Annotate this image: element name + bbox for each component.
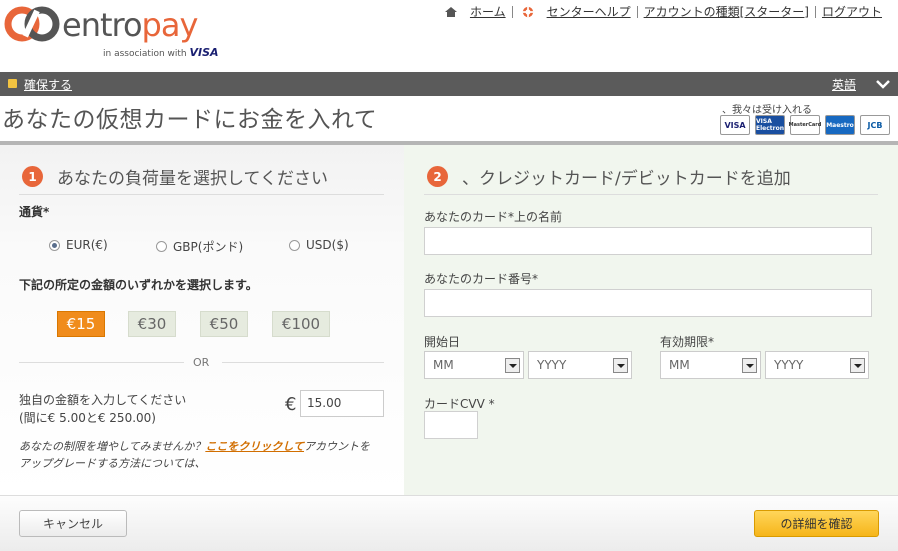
amount-button-30[interactable]: €30	[128, 311, 176, 337]
custom-amount-label: 独自の金額を入力してください	[19, 393, 187, 407]
dropdown-arrow-icon	[505, 358, 520, 373]
home-link[interactable]: ホーム	[464, 3, 512, 20]
upgrade-link[interactable]: ここをクリックして	[205, 440, 304, 453]
dropdown-arrow-icon	[613, 358, 628, 373]
upgrade-note: あなたの制限を増やしてみませんか？ここをクリックしてアカウントを アップグレードす…	[19, 440, 371, 470]
expiry-year-select[interactable]: YYYY	[765, 351, 869, 379]
dropdown-arrow-icon	[742, 358, 757, 373]
currency-label: 通貨*	[19, 205, 50, 219]
card-panel	[404, 145, 898, 495]
expiry-date-label: 有効期限*	[660, 335, 715, 349]
lock-icon	[8, 79, 17, 88]
cvv-input[interactable]	[424, 411, 478, 439]
account-type-link[interactable]: アカウントの種類[スターター]	[638, 3, 815, 20]
maestro-card-icon: Maestro	[825, 115, 855, 135]
dropdown-arrow-icon	[850, 358, 865, 373]
card-name-input[interactable]	[424, 227, 872, 255]
visa-electron-card-icon: VISA Electron	[755, 115, 785, 135]
chevron-down-icon[interactable]	[874, 75, 892, 93]
mastercard-icon: MasterCard	[789, 115, 821, 135]
secure-link[interactable]: 確保する	[24, 76, 72, 93]
top-links: ホーム センターヘルプ アカウントの種類[スターター] ログアウト	[444, 3, 888, 20]
or-separator: OR	[193, 356, 210, 369]
amount-button-50[interactable]: €50	[200, 311, 248, 337]
card-name-label: あなたのカード*上の名前	[424, 210, 563, 224]
logo-tagline: in association with VISA	[103, 46, 219, 59]
security-bar: 確保する 英語	[0, 72, 898, 96]
step-2-heading: 2 、クレジットカード/デビットカードを追加	[427, 164, 791, 189]
euro-symbol: €	[285, 394, 297, 415]
lifebuoy-icon	[522, 6, 533, 17]
confirm-details-button[interactable]: の詳細を確認	[754, 510, 879, 537]
currency-radio-gbp[interactable]: GBP(ポンド)	[156, 238, 243, 255]
cancel-button[interactable]: キャンセル	[19, 510, 127, 537]
accepted-cards-label: 、我々は受け入れる	[722, 105, 812, 116]
cvv-label: カードCVV *	[424, 397, 495, 411]
start-year-select[interactable]: YYYY	[528, 351, 632, 379]
amount-button-100[interactable]: €100	[272, 311, 330, 337]
start-date-label: 開始日	[424, 335, 461, 349]
card-number-input[interactable]	[424, 289, 872, 317]
step-number: 1	[22, 166, 43, 187]
card-number-label: あなたのカード番号*	[424, 272, 539, 286]
page-title: あなたの仮想カードにお金を入れて	[2, 107, 378, 133]
step-title: 、クレジットカード/デビットカードを追加	[462, 169, 791, 189]
currency-radio-eur[interactable]: EUR(€)	[49, 238, 108, 252]
logo-wordmark: entropay	[62, 6, 198, 44]
start-month-select[interactable]: MM	[424, 351, 524, 379]
entropay-logo-icon[interactable]	[4, 6, 60, 42]
step-1-heading: 1 あなたの負荷量を選択してください	[22, 164, 328, 189]
amount-button-15[interactable]: €15	[57, 311, 105, 337]
step-title: あなたの負荷量を選択してください	[57, 169, 328, 189]
custom-amount-input[interactable]: 15.00	[300, 390, 384, 417]
home-icon	[444, 6, 457, 17]
expiry-month-select[interactable]: MM	[660, 351, 761, 379]
logout-link[interactable]: ログアウト	[816, 3, 888, 20]
header: entropay in association with VISA ホーム セン…	[0, 0, 898, 72]
language-selector[interactable]: 英語	[832, 76, 856, 93]
amount-label: 下記の所定の金額のいずれかを選択します。	[19, 278, 258, 292]
currency-radio-usd[interactable]: USD($)	[289, 238, 349, 252]
visa-card-icon: VISA	[720, 115, 750, 135]
custom-amount-range: (間に€ 5.00と€ 250.00)	[19, 411, 156, 425]
help-center-link[interactable]: センターヘルプ	[541, 3, 637, 20]
accepted-cards: VISA VISA Electron MasterCard Maestro JC…	[720, 115, 890, 135]
step-number: 2	[427, 166, 448, 187]
jcb-card-icon: JCB	[860, 115, 890, 135]
